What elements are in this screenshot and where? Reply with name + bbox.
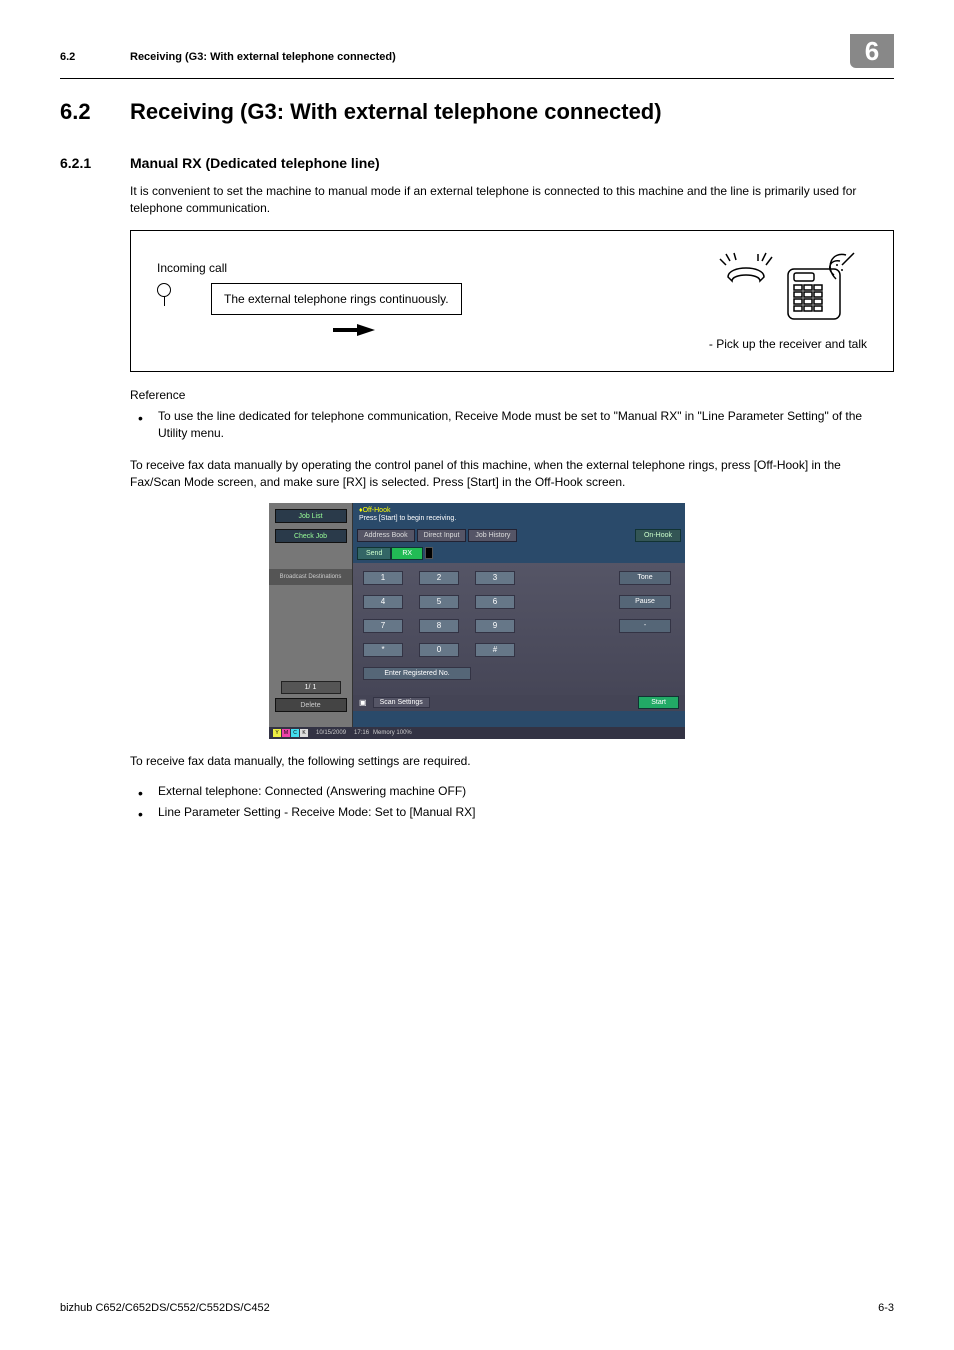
ss-tab-row: Address Book Direct Input Job History On…: [353, 527, 685, 544]
ss-date: 10/15/2009: [316, 730, 346, 736]
ss-key-6[interactable]: 6: [475, 595, 515, 609]
settings-bullet-1: External telephone: Connected (Answering…: [130, 783, 894, 800]
ss-tab-direct-input[interactable]: Direct Input: [417, 529, 467, 542]
section-heading: 6.2 Receiving (G3: With external telepho…: [60, 99, 894, 125]
ss-tone-button[interactable]: Tone: [619, 571, 671, 585]
ss-page-indicator: 1/ 1: [281, 681, 341, 694]
lamp-icon: [157, 283, 171, 297]
ss-check-job-button[interactable]: Check Job: [275, 529, 347, 543]
arrow-right-icon: [357, 324, 375, 336]
ss-send-button[interactable]: Send: [357, 547, 391, 560]
ss-toner-icon: YMCK: [273, 729, 308, 737]
ss-main: ♦Off-Hook Press [Start] to begin receivi…: [353, 503, 685, 727]
ss-key-3[interactable]: 3: [475, 571, 515, 585]
footer-page: 6-3: [878, 1302, 894, 1314]
ss-top-message: ♦Off-Hook Press [Start] to begin receivi…: [353, 503, 685, 526]
ss-prompt: Press [Start] to begin receiving.: [359, 515, 456, 522]
ss-offhook-label: ♦Off-Hook: [359, 507, 390, 514]
ss-job-list-button[interactable]: Job List: [275, 509, 347, 523]
reference-list: To use the line dedicated for telephone …: [130, 408, 894, 443]
ring-text-box: The external telephone rings continuousl…: [211, 283, 462, 315]
ss-scan-settings-button[interactable]: Scan Settings: [373, 697, 430, 708]
ss-key-5[interactable]: 5: [419, 595, 459, 609]
ss-memory-value: 100%: [396, 730, 411, 736]
diagram-left: Incoming call The external telephone rin…: [157, 261, 709, 341]
ss-key-7[interactable]: 7: [363, 619, 403, 633]
telephone-icon: [718, 251, 858, 329]
reference-bullet: To use the line dedicated for telephone …: [130, 408, 894, 443]
ss-send-rx-row: Send RX: [357, 547, 681, 560]
subsection-num: 6.2.1: [60, 155, 130, 171]
diagram: Incoming call The external telephone rin…: [130, 230, 894, 372]
ss-key-8[interactable]: 8: [419, 619, 459, 633]
ss-key-0[interactable]: 0: [419, 643, 459, 657]
ss-key-9[interactable]: 9: [475, 619, 515, 633]
ss-status-bar: YMCK 10/15/2009 17:16 Memory 100%: [269, 727, 685, 739]
subsection-heading: 6.2.1 Manual RX (Dedicated telephone lin…: [60, 155, 894, 171]
ss-tab-job-history[interactable]: Job History: [468, 529, 517, 542]
arrow-row: [357, 323, 709, 341]
header-section-num: 6.2: [60, 51, 130, 63]
section-num: 6.2: [60, 99, 130, 125]
ss-rx-button[interactable]: RX: [391, 547, 423, 560]
settings-intro: To receive fax data manually, the follow…: [130, 753, 894, 770]
ss-broadcast-label: Broadcast Destinations: [269, 569, 352, 585]
ss-memory-label: Memory: [373, 730, 395, 736]
page-header: 6.2 Receiving (G3: With external telepho…: [60, 40, 894, 79]
ss-dash-button[interactable]: -: [619, 619, 671, 633]
footer-model: bizhub C652/C652DS/C552/C552DS/C452: [60, 1302, 270, 1314]
ss-folder-icon: ▣: [359, 698, 367, 707]
ss-start-button[interactable]: Start: [638, 696, 679, 709]
page-footer: bizhub C652/C652DS/C552/C552DS/C452 6-3: [60, 1302, 894, 1314]
ss-delete-button[interactable]: Delete: [275, 698, 347, 712]
ss-on-hook-button[interactable]: On-Hook: [635, 529, 681, 542]
ss-time: 17:16: [354, 730, 369, 736]
reference-label: Reference: [130, 388, 894, 402]
chapter-badge: 6: [850, 34, 894, 68]
header-section-title: Receiving (G3: With external telephone c…: [130, 51, 850, 63]
ss-key-star[interactable]: *: [363, 643, 403, 657]
pickup-text: - Pick up the receiver and talk: [709, 337, 867, 351]
ss-sidebar: Job List Check Job Broadcast Destination…: [269, 503, 353, 727]
ss-body: 1 2 3 4 5 6 7 8 9 * 0 # Tone Pause -: [353, 563, 685, 711]
instruction-text: To receive fax data manually by operatin…: [130, 457, 894, 492]
control-panel-screenshot: Job List Check Job Broadcast Destination…: [269, 503, 685, 739]
settings-list: External telephone: Connected (Answering…: [130, 783, 894, 822]
ss-key-hash[interactable]: #: [475, 643, 515, 657]
section-title: Receiving (G3: With external telephone c…: [130, 99, 662, 125]
ss-enter-registered-button[interactable]: Enter Registered No.: [363, 667, 471, 680]
ss-bottom-bar: ▣ Scan Settings Start: [353, 695, 685, 711]
ss-pause-button[interactable]: Pause: [619, 595, 671, 609]
ss-key-4[interactable]: 4: [363, 595, 403, 609]
ss-tab-address-book[interactable]: Address Book: [357, 529, 415, 542]
ss-key-2[interactable]: 2: [419, 571, 459, 585]
intro-text: It is convenient to set the machine to m…: [130, 183, 894, 218]
settings-bullet-2: Line Parameter Setting - Receive Mode: S…: [130, 804, 894, 821]
ss-cursor-icon: [425, 547, 433, 559]
incoming-call-row: Incoming call: [157, 261, 709, 275]
incoming-call-label: Incoming call: [157, 261, 227, 275]
ss-sidekeys: Tone Pause -: [619, 571, 671, 633]
subsection-title: Manual RX (Dedicated telephone line): [130, 155, 380, 171]
ss-key-1[interactable]: 1: [363, 571, 403, 585]
diagram-right: - Pick up the receiver and talk: [709, 251, 867, 351]
